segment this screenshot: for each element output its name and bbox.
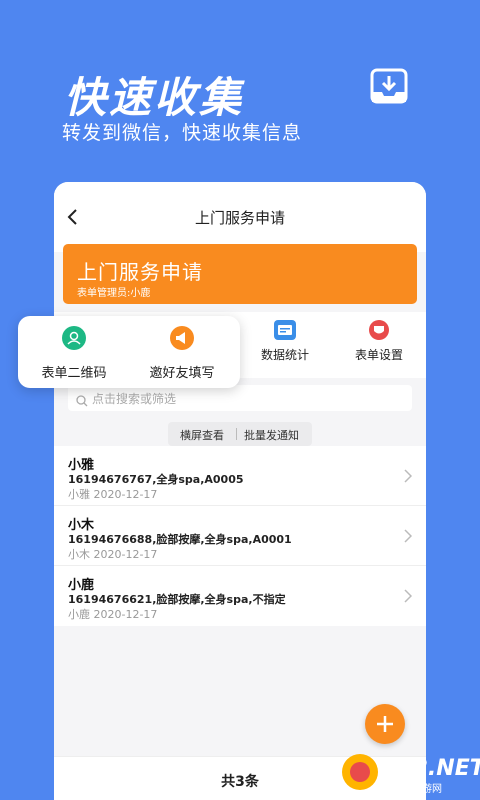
share-popup: 表单二维码 邀好友填写 bbox=[18, 316, 240, 388]
settings-button[interactable]: 表单设置 bbox=[334, 320, 424, 363]
banner-admin: 表单管理员:小鹿 bbox=[77, 288, 151, 299]
chart-icon bbox=[274, 320, 296, 340]
stats-button[interactable]: 数据统计 bbox=[240, 320, 330, 363]
record-meta: 小雅 2020-12-17 bbox=[68, 488, 158, 501]
qrcode-button[interactable]: 表单二维码 bbox=[24, 326, 124, 381]
table-row[interactable]: 小雅 16194676767,全身spa,A0005 小雅 2020-12-17 bbox=[54, 446, 426, 506]
top-bar: 上门服务申请 bbox=[54, 182, 426, 252]
settings-label: 表单设置 bbox=[354, 348, 403, 362]
qrcode-icon bbox=[62, 326, 86, 350]
settings-icon bbox=[368, 320, 390, 340]
banner-title: 上门服务申请 bbox=[77, 260, 203, 284]
record-meta: 小木 2020-12-17 bbox=[68, 548, 158, 561]
form-banner: 上门服务申请 表单管理员:小鹿 bbox=[63, 244, 417, 304]
hero-title: 快速收集 bbox=[64, 73, 245, 122]
page-title: 上门服务申请 bbox=[194, 209, 285, 227]
table-row[interactable]: 小木 16194676688,脸部按摩,全身spa,A0001 小木 2020-… bbox=[54, 506, 426, 566]
record-detail: 16194676688,脸部按摩,全身spa,A0001 bbox=[68, 533, 292, 546]
record-list: 小雅 16194676767,全身spa,A0005 小雅 2020-12-17… bbox=[54, 446, 426, 626]
watermark-sub: 乐游网 bbox=[412, 784, 442, 795]
phone-card: 上门服务申请 上门服务申请 表单管理员:小鹿 数据统计 表单设置 点击搜索或筛选… bbox=[54, 182, 426, 800]
batch-notify-button[interactable]: 批量发通知 bbox=[244, 427, 299, 443]
table-row[interactable]: 小鹿 16194676621,脸部按摩,全身spa,不指定 小鹿 2020-12… bbox=[54, 566, 426, 626]
watermark-logo bbox=[340, 752, 380, 792]
chevron-right-icon bbox=[404, 528, 413, 543]
search-icon bbox=[76, 392, 88, 407]
chevron-right-icon bbox=[404, 468, 413, 483]
hero-subtitle: 转发到微信，快速收集信息 bbox=[62, 122, 303, 144]
add-button[interactable] bbox=[365, 704, 405, 744]
stats-label: 数据统计 bbox=[260, 348, 309, 362]
megaphone-icon bbox=[170, 326, 194, 350]
download-icon[interactable] bbox=[370, 68, 408, 104]
invite-label: 邀好友填写 bbox=[149, 366, 215, 381]
chevron-right-icon bbox=[404, 588, 413, 603]
watermark: 962.NET 乐游网 bbox=[340, 750, 480, 795]
invite-button[interactable]: 邀好友填写 bbox=[132, 326, 232, 381]
search-input[interactable]: 点击搜索或筛选 bbox=[68, 385, 412, 411]
qrcode-label: 表单二维码 bbox=[41, 366, 107, 381]
watermark-text: 962.NET bbox=[382, 756, 480, 781]
record-meta: 小鹿 2020-12-17 bbox=[68, 608, 158, 621]
tool-divider bbox=[236, 428, 237, 440]
record-detail: 16194676767,全身spa,A0005 bbox=[68, 473, 244, 486]
search-placeholder: 点击搜索或筛选 bbox=[92, 392, 177, 406]
plus-icon bbox=[377, 716, 393, 732]
landscape-view-button[interactable]: 横屏查看 bbox=[180, 427, 224, 443]
tool-bar: 横屏查看 批量发通知 bbox=[168, 422, 312, 446]
record-detail: 16194676621,脸部按摩,全身spa,不指定 bbox=[68, 593, 286, 606]
